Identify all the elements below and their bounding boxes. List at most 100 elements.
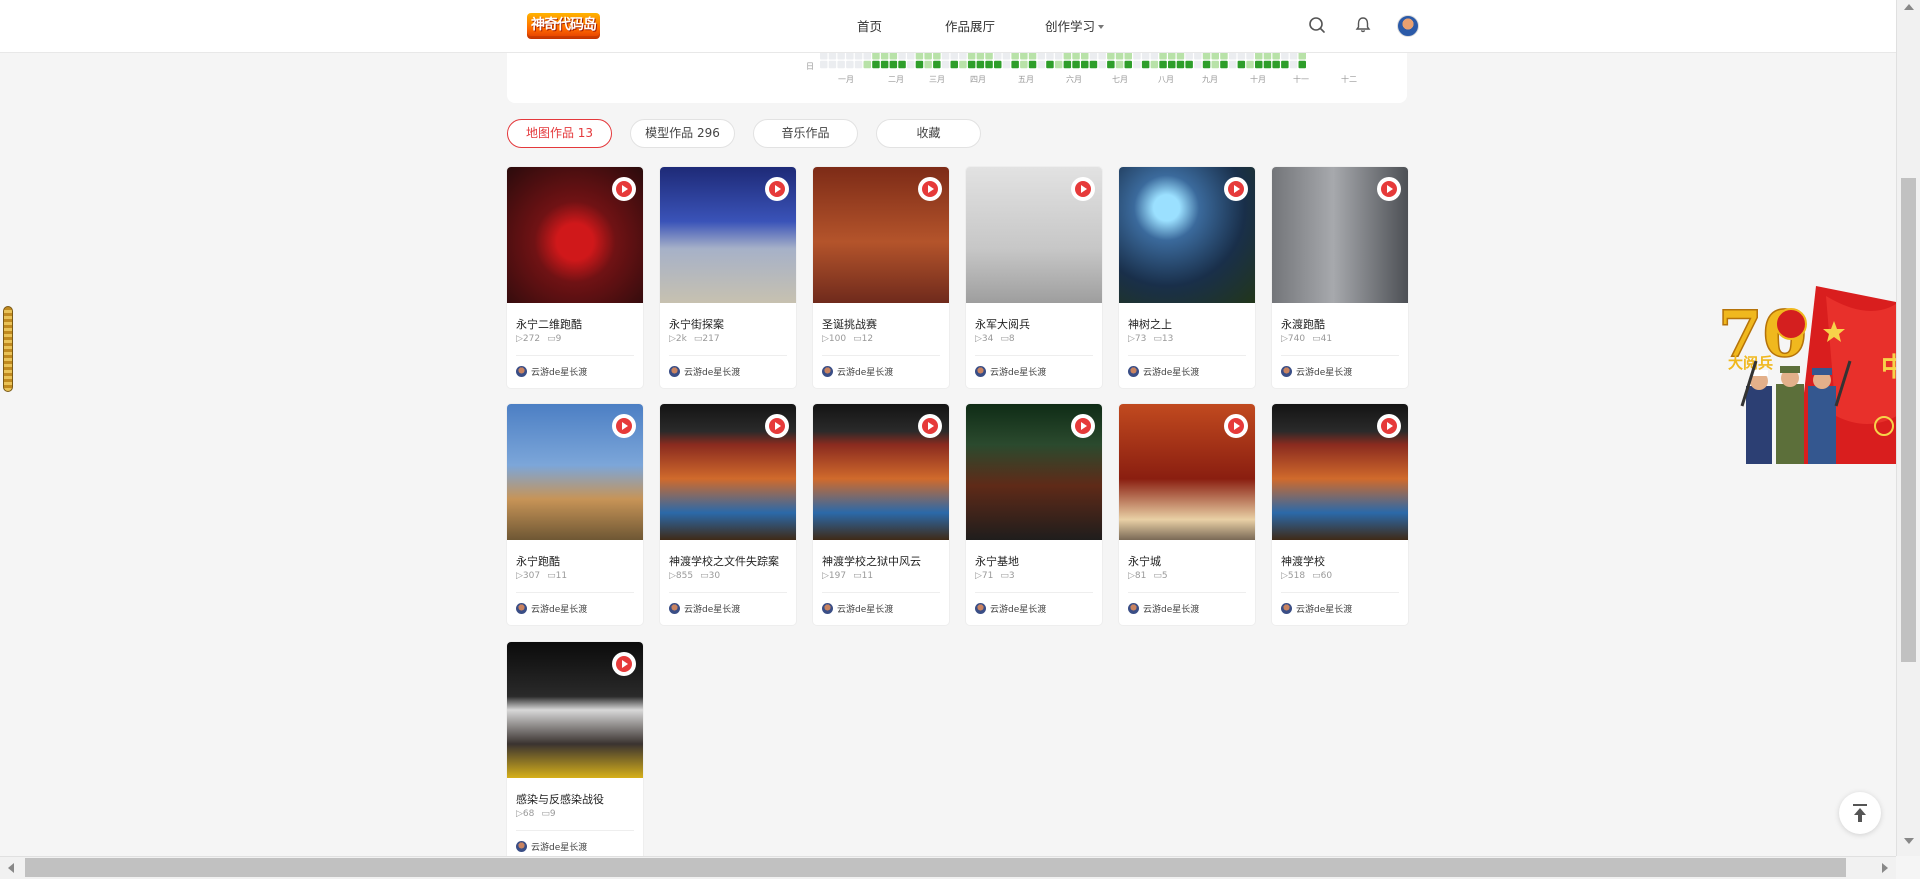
play-icon[interactable] [612,177,636,201]
horizontal-scrollbar-thumb[interactable] [25,858,1846,877]
bell-icon[interactable] [1353,15,1373,35]
work-author[interactable]: 云游de星长渡 [822,365,893,378]
nav-learn[interactable]: 创作学习 [1045,16,1105,35]
tab-map-works[interactable]: 地图作品 13 [507,119,612,148]
work-title[interactable]: 感染与反感染战役 [516,791,604,807]
work-author[interactable]: 云游de星长渡 [1128,365,1199,378]
play-icon[interactable] [765,177,789,201]
search-icon[interactable] [1307,15,1327,35]
user-avatar[interactable] [1397,15,1419,37]
work-author[interactable]: 云游de星长渡 [1281,602,1352,615]
work-title[interactable]: 永宁街探案 [669,316,724,332]
work-title[interactable]: 神渡学校 [1281,553,1325,569]
play-icon[interactable] [612,652,636,676]
heatmap-cell [1063,60,1072,69]
scroll-down-arrow-icon[interactable] [1903,836,1915,846]
work-title[interactable]: 永军大阅兵 [975,316,1030,332]
play-icon[interactable] [1224,177,1248,201]
nav-home[interactable]: 首页 [857,16,882,35]
play-icon[interactable] [918,177,942,201]
work-card[interactable]: 永军大阅兵 ▷ 34 ▭ 8 云游de星长渡 [966,167,1102,388]
work-card[interactable]: 永宁跑酷 ▷ 307 ▭ 11 云游de星长渡 [507,404,643,625]
side-drawer-handle[interactable] [3,306,13,392]
work-title[interactable]: 永宁基地 [975,553,1019,569]
comment-icon: ▭ [541,809,550,819]
play-icon[interactable] [612,414,636,438]
work-card[interactable]: 永宁街探案 ▷ 2k ▭ 217 云游de星长渡 [660,167,796,388]
scroll-up-arrow-icon[interactable] [1903,2,1915,12]
heatmap-cell [1098,60,1106,69]
work-author[interactable]: 云游de星长渡 [975,602,1046,615]
tab-music-works[interactable]: 音乐作品 [753,119,858,148]
play-icon[interactable] [1224,414,1248,438]
heatmap-cell [976,60,985,69]
scroll-right-arrow-icon[interactable] [1880,862,1890,874]
parade-anniversary-decoration[interactable]: 中 70 大阅兵 [1716,286,1916,464]
work-thumbnail[interactable] [1272,167,1408,303]
work-thumbnail[interactable] [660,167,796,303]
play-icon[interactable] [918,414,942,438]
scroll-left-arrow-icon[interactable] [6,862,16,874]
work-title[interactable]: 永宁城 [1128,553,1161,569]
tab-favorites[interactable]: 收藏 [876,119,981,148]
work-author[interactable]: 云游de星长渡 [669,365,740,378]
work-title[interactable]: 永渡跑酷 [1281,316,1325,332]
work-thumbnail[interactable] [660,404,796,540]
vertical-scrollbar-thumb[interactable] [1901,178,1916,662]
work-thumbnail[interactable] [507,642,643,778]
nav-gallery[interactable]: 作品展厅 [945,16,995,35]
work-author[interactable]: 云游de星长渡 [975,365,1046,378]
work-author[interactable]: 云游de星长渡 [516,365,587,378]
work-card[interactable]: 永宁基地 ▷ 71 ▭ 3 云游de星长渡 [966,404,1102,625]
work-author[interactable]: 云游de星长渡 [1281,365,1352,378]
work-thumbnail[interactable] [966,167,1102,303]
work-title[interactable]: 神渡学校之狱中风云 [822,553,921,569]
work-author[interactable]: 云游de星长渡 [516,602,587,615]
work-card[interactable]: 神渡学校之狱中风云 ▷ 197 ▭ 11 云游de星长渡 [813,404,949,625]
divider [516,592,634,593]
heatmap-cell [1054,60,1063,69]
work-author[interactable]: 云游de星长渡 [1128,602,1199,615]
work-card[interactable]: 神树之上 ▷ 73 ▭ 13 云游de星长渡 [1119,167,1255,388]
work-card[interactable]: 圣诞挑战赛 ▷ 100 ▭ 12 云游de星长渡 [813,167,949,388]
heatmap-cell [1272,52,1280,60]
work-thumbnail[interactable] [966,404,1102,540]
heatmap-cell [828,60,837,69]
author-avatar [1128,366,1139,377]
work-card[interactable]: 永渡跑酷 ▷ 740 ▭ 41 云游de星长渡 [1272,167,1408,388]
play-icon[interactable] [1377,177,1401,201]
work-title[interactable]: 神渡学校之文件失踪案 [669,553,779,569]
work-author[interactable]: 云游de星长渡 [822,602,893,615]
play-icon[interactable] [1071,177,1095,201]
work-card[interactable]: 神渡学校 ▷ 518 ▭ 60 云游de星长渡 [1272,404,1408,625]
site-logo[interactable]: 神奇代码岛 [527,13,600,39]
play-icon[interactable] [1377,414,1401,438]
work-thumbnail[interactable] [813,404,949,540]
work-card[interactable]: 永宁二维跑酷 ▷ 272 ▭ 9 云游de星长渡 [507,167,643,388]
heatmap-cell [846,52,854,60]
heatmap-cell [1098,52,1106,60]
work-title[interactable]: 永宁二维跑酷 [516,316,582,332]
work-author[interactable]: 云游de星长渡 [516,840,587,853]
back-to-top-button[interactable] [1839,792,1881,834]
play-icon[interactable] [1071,414,1095,438]
work-thumbnail[interactable] [1119,404,1255,540]
work-card[interactable]: 神渡学校之文件失踪案 ▷ 855 ▭ 30 云游de星长渡 [660,404,796,625]
arrow-up-icon [1853,804,1867,822]
work-title[interactable]: 圣诞挑战赛 [822,316,877,332]
tab-model-works[interactable]: 模型作品 296 [630,119,735,148]
work-card[interactable]: 永宁城 ▷ 81 ▭ 5 云游de星长渡 [1119,404,1255,625]
work-card[interactable]: 感染与反感染战役 ▷ 68 ▭ 9 云游de星长渡 [507,642,643,863]
work-thumbnail[interactable] [1119,167,1255,303]
work-title[interactable]: 永宁跑酷 [516,553,560,569]
play-icon[interactable] [765,414,789,438]
work-thumbnail[interactable] [1272,404,1408,540]
work-thumbnail[interactable] [813,167,949,303]
work-stats: ▷ 81 ▭ 5 [1128,571,1168,581]
work-author[interactable]: 云游de星长渡 [669,602,740,615]
work-thumbnail[interactable] [507,167,643,303]
work-thumbnail[interactable] [507,404,643,540]
work-stats: ▷ 68 ▭ 9 [516,809,556,819]
work-title[interactable]: 神树之上 [1128,316,1172,332]
heatmap-cell [959,52,967,60]
